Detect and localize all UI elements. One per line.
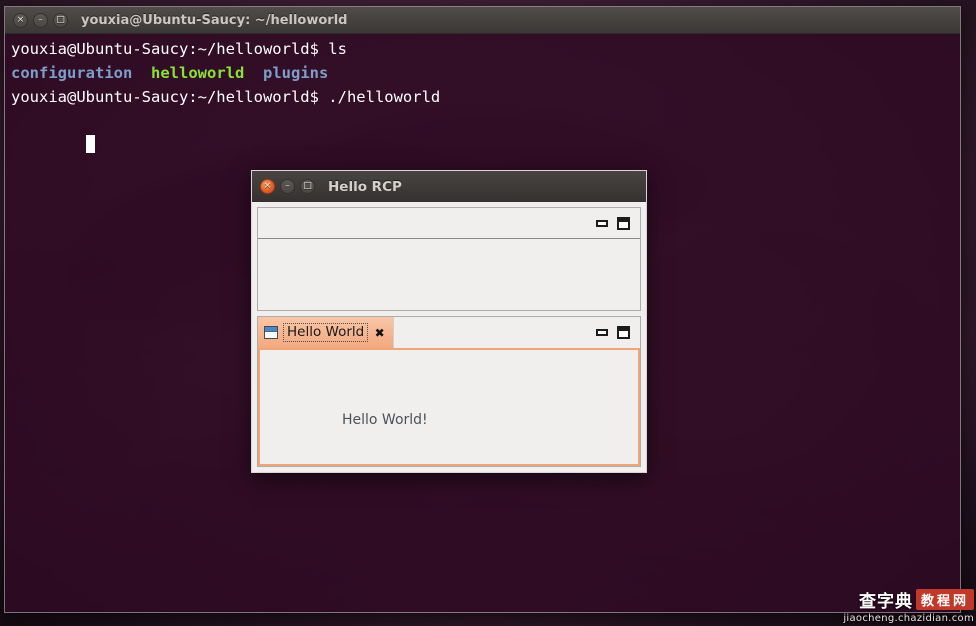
rcp-window-title: Hello RCP	[328, 178, 402, 195]
hello-rcp-window[interactable]: × – □ Hello RCP Hello World ✖ Hello Worl…	[251, 170, 647, 473]
maximize-icon[interactable]: □	[300, 179, 315, 194]
terminal-text: plugins	[263, 64, 329, 82]
terminal-titlebar[interactable]: × – □ youxia@Ubuntu-Saucy: ~/helloworld	[5, 7, 960, 34]
terminal-text: youxia@Ubuntu-Saucy:~/helloworld$ ./hell…	[11, 88, 441, 106]
maximize-stack-icon[interactable]	[617, 326, 630, 339]
maximize-icon[interactable]: □	[53, 12, 68, 28]
tab-hello-world[interactable]: Hello World ✖	[258, 317, 395, 348]
tab-bar-empty[interactable]	[258, 208, 640, 239]
terminal-line: youxia@Ubuntu-Saucy:~/helloworld$ ./hell…	[11, 85, 955, 109]
rcp-client-area: Hello World ✖ Hello World!	[252, 202, 646, 472]
stack-controls	[596, 317, 640, 348]
part-body-empty	[258, 239, 640, 310]
rcp-window-controls: × – □	[260, 179, 315, 194]
tab-bar-hello-world[interactable]: Hello World ✖	[258, 317, 640, 348]
terminal-text: helloworld	[151, 64, 245, 82]
rcp-titlebar[interactable]: × – □ Hello RCP	[252, 171, 646, 202]
terminal-lines: youxia@Ubuntu-Saucy:~/helloworld$ ls conf…	[11, 37, 955, 109]
terminal-text: youxia@Ubuntu-Saucy:~/helloworld$ ls	[11, 40, 347, 58]
part-stack-hello-world[interactable]: Hello World ✖ Hello World!	[257, 316, 641, 467]
desktop: × – □ youxia@Ubuntu-Saucy: ~/helloworld …	[0, 0, 976, 626]
minimize-stack-icon[interactable]	[596, 329, 608, 336]
terminal-title: youxia@Ubuntu-Saucy: ~/helloworld	[81, 12, 348, 28]
maximize-stack-icon[interactable]	[617, 216, 630, 230]
terminal-cursor	[85, 135, 95, 153]
minimize-stack-icon[interactable]	[596, 219, 608, 227]
view-icon	[264, 326, 278, 339]
minimize-icon[interactable]: –	[280, 179, 295, 194]
minimize-icon[interactable]: –	[33, 12, 48, 28]
part-body-hello-world: Hello World!	[258, 348, 640, 466]
terminal-text: configuration	[11, 64, 133, 82]
part-stack-empty[interactable]	[257, 207, 641, 311]
stack-controls	[596, 208, 640, 238]
terminal-line: youxia@Ubuntu-Saucy:~/helloworld$ ls	[11, 37, 955, 61]
close-icon[interactable]: ×	[260, 179, 275, 194]
close-icon[interactable]: ×	[13, 12, 28, 28]
terminal-window-controls: × – □	[13, 12, 68, 28]
tab-hello-world-label: Hello World	[283, 323, 369, 342]
terminal-line: configuration helloworld plugins	[11, 61, 955, 85]
close-icon[interactable]: ✖	[373, 326, 386, 339]
hello-world-label: Hello World!	[342, 412, 428, 428]
